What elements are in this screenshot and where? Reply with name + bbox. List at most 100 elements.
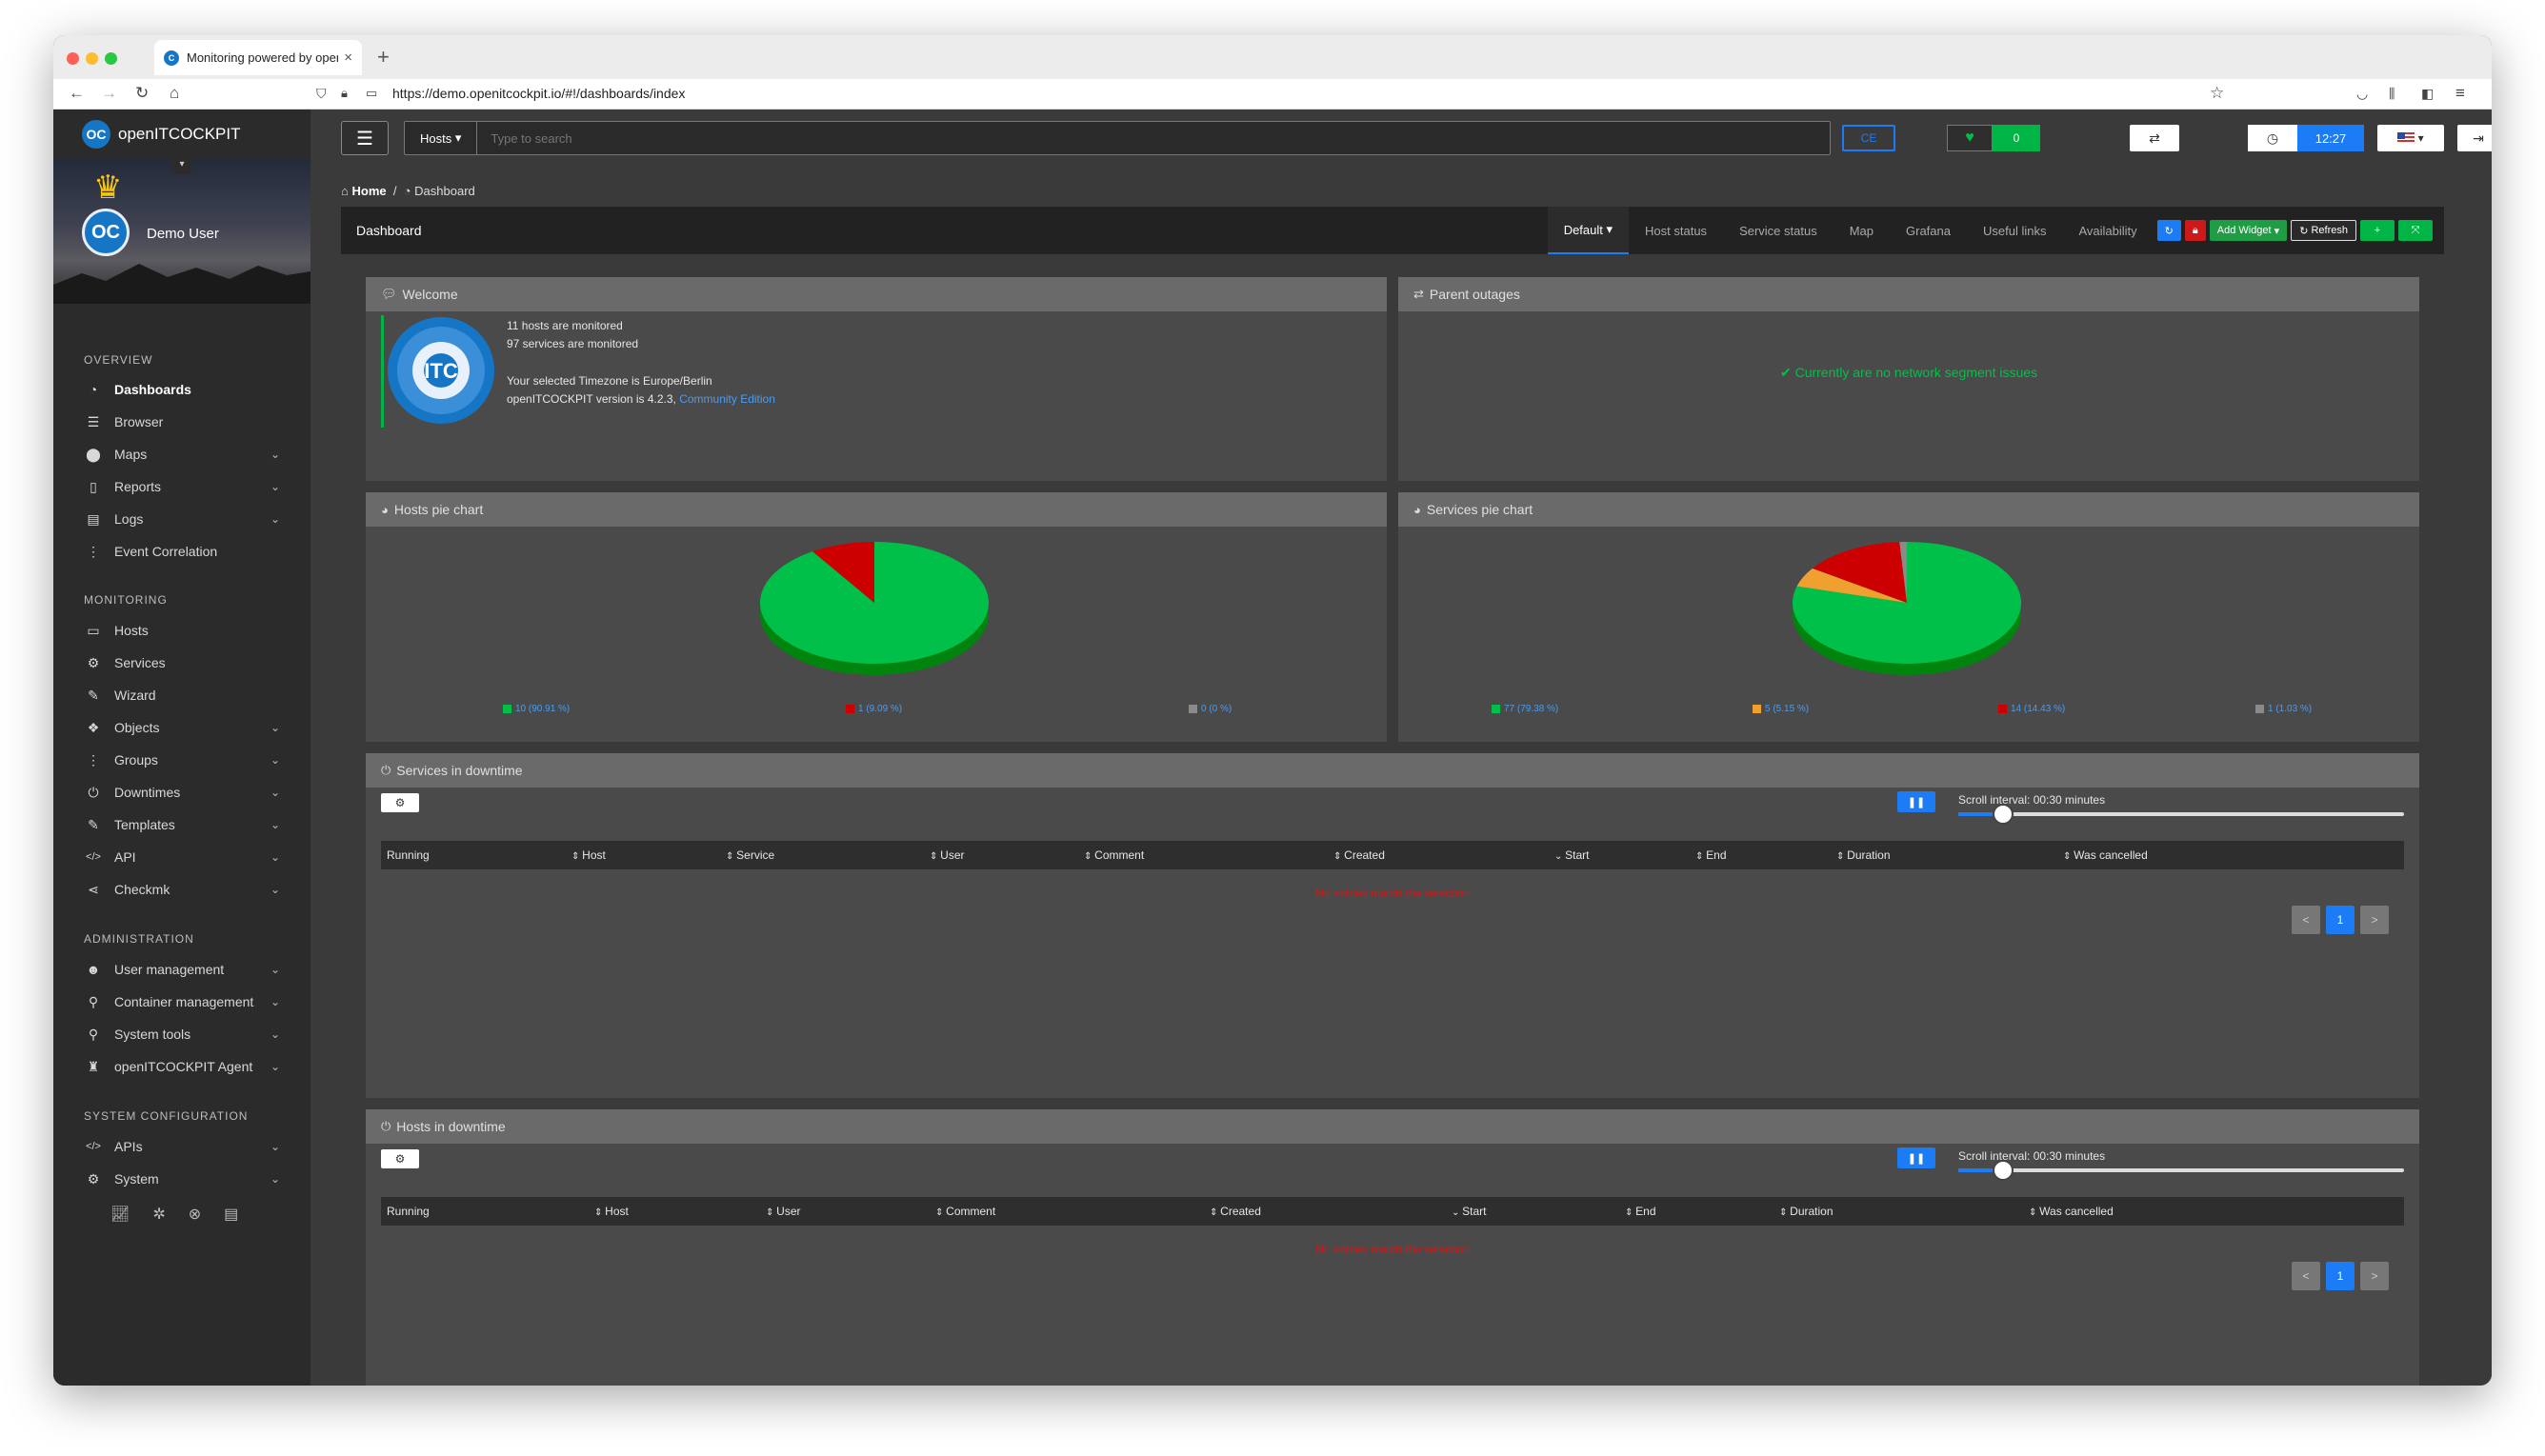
column-header[interactable]: Running	[387, 848, 430, 862]
reload-icon[interactable]: ↻	[135, 84, 149, 103]
services-downtime-header[interactable]: ⏻ Services in downtime	[366, 753, 2419, 788]
column-header[interactable]: ⇕ Comment	[1084, 848, 1144, 862]
sync-button[interactable]: ⇄	[2130, 125, 2179, 151]
search-input[interactable]	[477, 130, 1830, 146]
column-header[interactable]: ⇕ Created	[1210, 1205, 1261, 1218]
column-header[interactable]: ⇕ Host	[571, 848, 606, 862]
hosts-downtime-header[interactable]: ⏻ Hosts in downtime	[366, 1109, 2419, 1144]
next-page-button[interactable]: >	[2360, 906, 2389, 934]
column-header[interactable]: ⇕ Host	[594, 1205, 629, 1218]
sidebar-item-openitcockpit-agent[interactable]: ♜ openITCOCKPIT Agent ⌄	[53, 1050, 311, 1083]
sidebar-item-user-management[interactable]: ☻ User management ⌄	[53, 953, 311, 986]
next-page-button[interactable]: >	[2360, 1262, 2389, 1290]
bug-icon[interactable]: ✲	[152, 1205, 165, 1224]
column-header[interactable]: ⇕ End	[1695, 848, 1727, 862]
pocket-icon[interactable]: ◡	[2356, 86, 2368, 102]
column-header[interactable]: ⇕ User	[930, 848, 965, 862]
page-1-button[interactable]: 1	[2326, 1262, 2355, 1290]
tab-host-status[interactable]: Host status	[1629, 207, 1723, 254]
sidebar-item-downtimes[interactable]: ⏻ Downtimes ⌄	[53, 776, 311, 808]
sidebar-item-dashboards[interactable]: ◔ Dashboards	[53, 373, 311, 406]
column-header[interactable]: ⌄ Start	[1554, 848, 1590, 862]
add-widget-button[interactable]: Add Widget ▾	[2209, 220, 2288, 241]
hosts-pie-header[interactable]: ◕ Hosts pie chart	[366, 492, 1387, 527]
maximize-window-icon[interactable]	[105, 52, 117, 65]
tab-default[interactable]: Default ▾	[1547, 207, 1630, 254]
tab-availability[interactable]: Availability	[2062, 207, 2153, 254]
slider-handle[interactable]	[1992, 804, 2014, 825]
prev-page-button[interactable]: <	[2292, 906, 2320, 934]
tab-useful-links[interactable]: Useful links	[1967, 207, 2062, 254]
sidebar-item-system[interactable]: ⚙ System ⌄	[53, 1163, 311, 1195]
logout-button[interactable]: ⇥	[2457, 125, 2492, 151]
sidebar-item-hosts[interactable]: ▭ Hosts	[53, 614, 311, 647]
close-window-icon[interactable]	[67, 52, 79, 65]
services-pie-header[interactable]: ◕ Services pie chart	[1398, 492, 2419, 527]
url-text[interactable]: https://demo.openitcockpit.io/#!/dashboa…	[392, 86, 685, 101]
browser-tab[interactable]: C Monitoring powered by openITC ×	[154, 40, 362, 75]
sidebar-item-container-management[interactable]: ⚲ Container management ⌄	[53, 986, 311, 1018]
page-1-button[interactable]: 1	[2326, 906, 2355, 934]
tab-service-status[interactable]: Service status	[1723, 207, 1834, 254]
server-clock[interactable]: ◷ 12:27	[2248, 125, 2364, 151]
forward-icon[interactable]: →	[101, 84, 117, 103]
profile-card[interactable]: ▾ ♛ OC Demo User	[53, 159, 311, 304]
close-tab-icon[interactable]: ×	[344, 50, 352, 66]
add-tab-button[interactable]: +	[2360, 220, 2395, 241]
minimize-window-icon[interactable]	[86, 52, 98, 65]
bookmark-star-icon[interactable]: ☆	[2210, 84, 2224, 103]
column-header[interactable]: ⇕ Comment	[935, 1205, 995, 1218]
new-tab-icon[interactable]: +	[377, 45, 390, 70]
sidebar-item-wizard[interactable]: ✎ Wizard	[53, 679, 311, 711]
welcome-header[interactable]: 💬︎ Welcome	[366, 277, 1387, 311]
sidebar-item-templates[interactable]: ✎ Templates ⌄	[53, 808, 311, 841]
sidebar-item-event-correlation[interactable]: ⋮ Event Correlation	[53, 535, 311, 568]
brand[interactable]: OC openITCOCKPIT	[53, 110, 311, 159]
column-header[interactable]: ⇕ Duration	[1836, 848, 1891, 862]
breadcrumb-home[interactable]: Home	[351, 184, 386, 198]
prev-page-button[interactable]: <	[2292, 1262, 2320, 1290]
sidebar-item-reports[interactable]: ▯ Reports ⌄	[53, 470, 311, 503]
extension-icon[interactable]: ◧	[2421, 86, 2434, 102]
sidebar-item-objects[interactable]: ❖ Objects ⌄	[53, 711, 311, 744]
column-header[interactable]: ⇕ End	[1625, 1205, 1656, 1218]
tab-grafana[interactable]: Grafana	[1890, 207, 1967, 254]
column-header[interactable]: ⇕ Was cancelled	[2029, 1205, 2114, 1218]
system-health[interactable]: ♥ 0	[1947, 125, 2040, 151]
permissions-icon[interactable]: ▭	[366, 86, 377, 101]
column-header[interactable]: ⌄ Start	[1452, 1205, 1487, 1218]
sidebar-item-browser[interactable]: ☰ Browser	[53, 406, 311, 438]
settings-button[interactable]: ⚙	[381, 1149, 419, 1168]
home-icon[interactable]: ⌂	[170, 84, 179, 103]
pause-scroll-button[interactable]: ❚❚	[1897, 1147, 1935, 1168]
sidebar-item-apis[interactable]: </> APIs ⌄	[53, 1130, 311, 1163]
column-header[interactable]: Running	[387, 1205, 430, 1218]
sidebar-toggle-button[interactable]: ☰	[341, 121, 389, 155]
column-header[interactable]: ⇕ Was cancelled	[2063, 848, 2148, 862]
rotate-button[interactable]: ↻	[2156, 220, 2181, 241]
book-icon[interactable]: ▤	[224, 1205, 238, 1224]
column-header[interactable]: ⇕ Service	[726, 848, 774, 862]
search-scope-select[interactable]: Hosts ▾	[405, 122, 478, 154]
sidebar-item-logs[interactable]: ▤ Logs ⌄	[53, 503, 311, 535]
shield-icon[interactable]: ⛉	[316, 86, 327, 102]
pause-scroll-button[interactable]: ❚❚	[1897, 791, 1935, 812]
tab-map[interactable]: Map	[1834, 207, 1890, 254]
sidebar-item-system-tools[interactable]: ⚲ System tools ⌄	[53, 1018, 311, 1050]
edition-link[interactable]: Community Edition	[679, 392, 775, 406]
fullscreen-button[interactable]: ⤧	[2398, 220, 2433, 241]
home-crumb-icon[interactable]: ⌂	[341, 184, 349, 198]
column-header[interactable]: ⇕ Duration	[1779, 1205, 1834, 1218]
parent-outages-header[interactable]: ⇄ Parent outages	[1398, 277, 2419, 311]
column-header[interactable]: ⇕ User	[766, 1205, 801, 1218]
scroll-interval-slider[interactable]	[1958, 804, 2404, 825]
sidebar-item-groups[interactable]: ⋮ Groups ⌄	[53, 744, 311, 776]
chart-icon[interactable]: 📈︎	[110, 1205, 130, 1224]
menu-icon[interactable]: ≡	[2455, 84, 2465, 103]
sidebar-item-checkmk[interactable]: ⋖ Checkmk ⌄	[53, 873, 311, 906]
scroll-interval-slider[interactable]	[1958, 1160, 2404, 1181]
slider-handle[interactable]	[1992, 1160, 2014, 1181]
library-icon[interactable]: ⫼	[2389, 86, 2395, 102]
back-icon[interactable]: ←	[69, 84, 85, 103]
sidebar-item-services[interactable]: ⚙ Services	[53, 647, 311, 679]
